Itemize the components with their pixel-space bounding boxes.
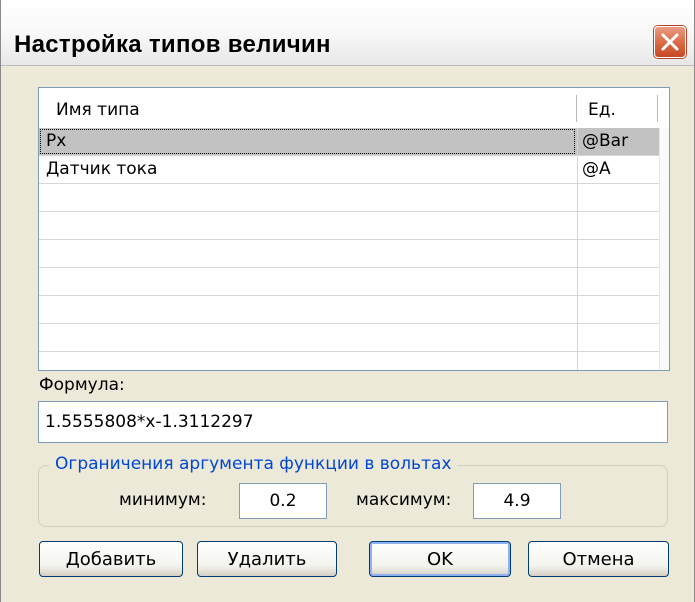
empty-row	[39, 184, 659, 212]
row-unit: @Bar	[582, 131, 629, 151]
empty-row	[39, 212, 659, 240]
max-label: максимум:	[356, 490, 452, 510]
list-header: Имя типа Ед.	[39, 88, 669, 128]
row-unit: @A	[582, 159, 611, 179]
column-divider[interactable]	[657, 95, 658, 122]
ok-button[interactable]: OK	[369, 541, 511, 577]
column-header-unit[interactable]: Ед.	[588, 100, 616, 120]
table-row[interactable]: Px @Bar	[39, 128, 659, 156]
add-button[interactable]: Добавить	[39, 541, 183, 577]
column-header-type-name[interactable]: Имя типа	[56, 100, 140, 120]
min-label: минимум:	[119, 490, 207, 510]
row-type-name: Px	[46, 131, 67, 151]
max-input[interactable]	[473, 483, 561, 519]
title-bar: Настройка типов величин	[1, 0, 694, 66]
focus-rect	[40, 129, 575, 154]
cancel-button[interactable]: Отмена	[528, 541, 669, 577]
formula-label: Формула:	[39, 375, 125, 395]
delete-button[interactable]: Удалить	[197, 541, 337, 577]
table-row[interactable]: Датчик тока @A	[39, 156, 659, 184]
column-gridline	[577, 128, 578, 370]
list-right-gutter	[659, 128, 669, 370]
empty-row	[39, 352, 659, 370]
limits-group-title: Ограничения аргумента функции в вольтах	[49, 454, 458, 474]
dialog-window: Настройка типов величин Имя типа Ед. Px …	[0, 0, 695, 602]
window-title: Настройка типов величин	[14, 31, 331, 58]
empty-row	[39, 268, 659, 296]
column-divider[interactable]	[576, 95, 577, 122]
empty-row	[39, 296, 659, 324]
window-bottom-edge	[1, 592, 694, 602]
empty-row	[39, 324, 659, 352]
min-input[interactable]	[239, 483, 327, 519]
row-type-name: Датчик тока	[46, 159, 158, 179]
formula-input[interactable]	[38, 401, 668, 443]
close-button[interactable]	[654, 26, 686, 58]
types-list[interactable]: Имя типа Ед. Px @Bar Датчик тока @A	[38, 87, 670, 371]
empty-row	[39, 240, 659, 268]
close-x-icon	[661, 33, 679, 51]
